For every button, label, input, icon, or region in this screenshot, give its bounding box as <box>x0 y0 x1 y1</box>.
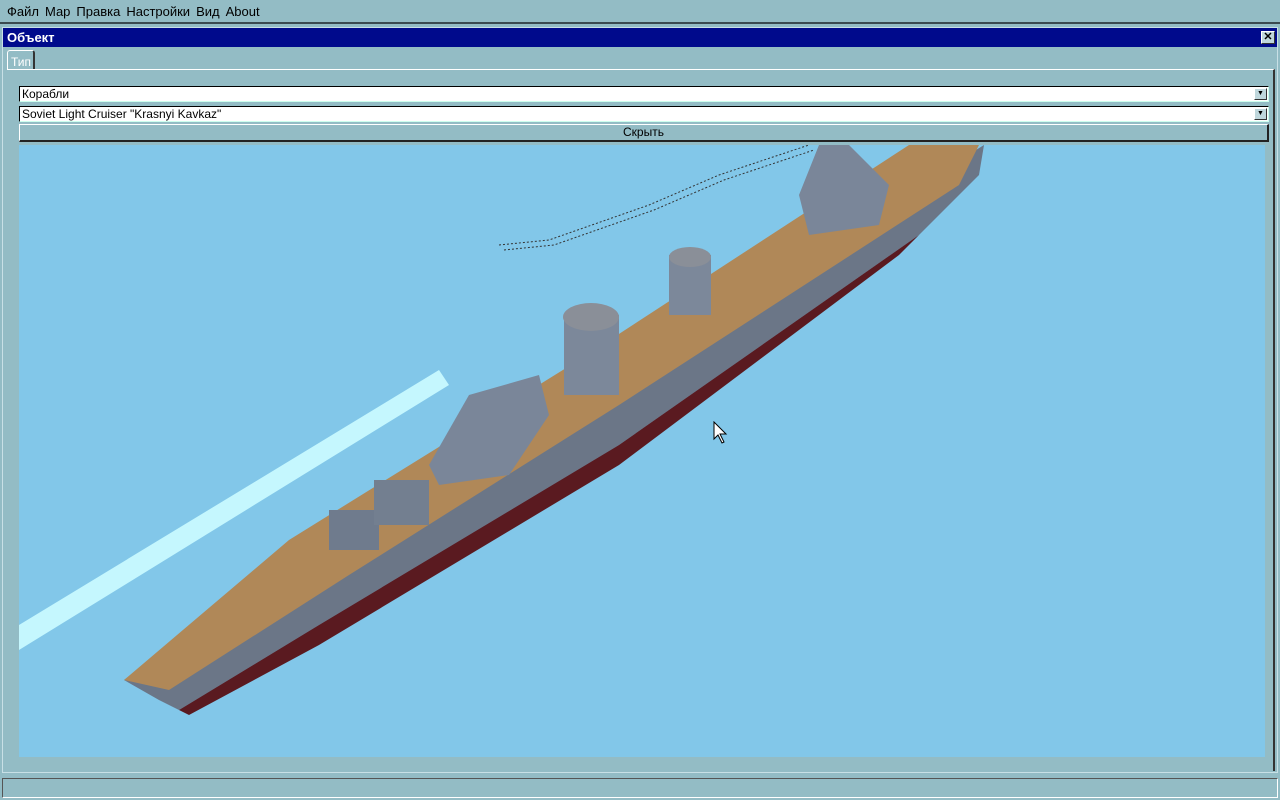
tab-panel: Корабли ▼ Soviet Light Cruiser "Krasnyi … <box>7 69 1275 771</box>
status-bar <box>2 778 1278 798</box>
menu-edit[interactable]: Правка <box>73 4 123 19</box>
turret <box>374 480 429 525</box>
aft-tower <box>799 145 889 235</box>
chevron-down-icon[interactable]: ▼ <box>1254 88 1267 100</box>
menu-about[interactable]: About <box>223 4 263 19</box>
funnel-top <box>563 303 619 331</box>
object-window: Объект ✕ Тип Корабли ▼ Soviet Light Crui… <box>2 27 1278 773</box>
menu-settings[interactable]: Настройки <box>123 4 193 19</box>
object-value: Soviet Light Cruiser "Krasnyi Kavkaz" <box>22 107 222 121</box>
menu-map[interactable]: Мар <box>42 4 73 19</box>
rigging <box>503 149 815 251</box>
menu-view[interactable]: Вид <box>193 4 223 19</box>
menu-bar: Файл Мар Правка Настройки Вид About <box>0 0 1280 24</box>
rigging <box>498 145 810 246</box>
chevron-down-icon[interactable]: ▼ <box>1254 108 1267 120</box>
funnel-top <box>669 247 711 267</box>
turret <box>329 510 379 550</box>
object-select[interactable]: Soviet Light Cruiser "Krasnyi Kavkaz" ▼ <box>19 106 1269 122</box>
title-bar: Объект ✕ <box>3 28 1277 47</box>
tab-type[interactable]: Тип <box>7 50 35 70</box>
mouse-cursor-icon <box>713 421 728 444</box>
3d-viewport[interactable] <box>19 145 1265 757</box>
ship-model <box>19 145 984 715</box>
window-title: Объект <box>7 30 55 45</box>
menu-file[interactable]: Файл <box>4 4 42 19</box>
category-value: Корабли <box>22 87 70 101</box>
close-button[interactable]: ✕ <box>1261 31 1275 44</box>
hide-button[interactable]: Скрыть <box>19 124 1269 142</box>
close-icon: ✕ <box>1263 31 1273 43</box>
category-select[interactable]: Корабли ▼ <box>19 86 1269 102</box>
